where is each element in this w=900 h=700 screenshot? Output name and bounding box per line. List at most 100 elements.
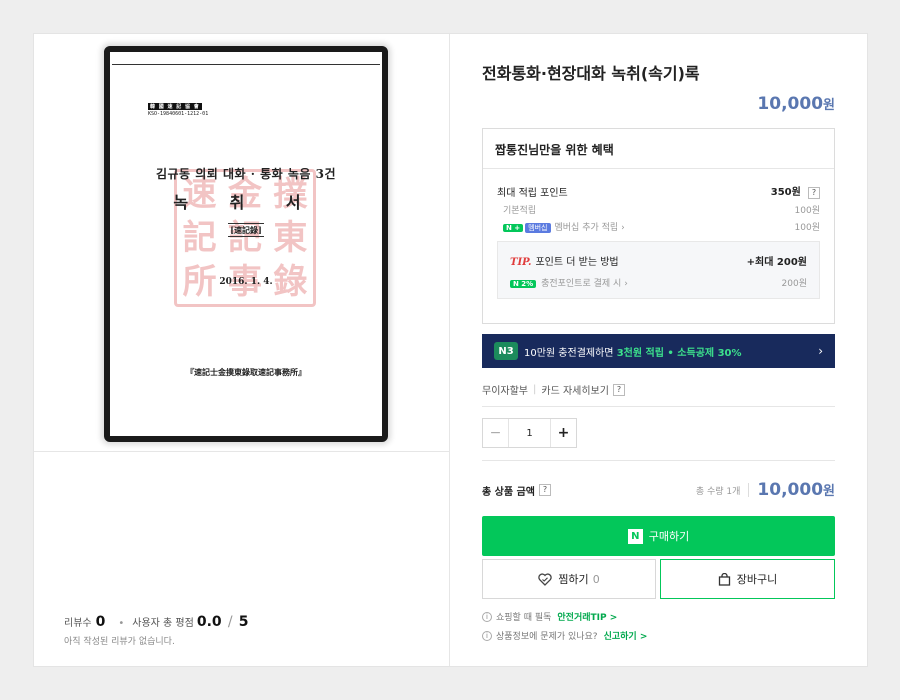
notice-report: i 상품정보에 문제가 있나요? 신고하기 > [482,629,647,642]
document-subtitle-text: [速記錄] [228,223,264,237]
tip-text: 포인트 더 받는 방법 [535,257,619,268]
review-stats: 리뷰수 0 • 사용자 총 평점 0.0 / 5 [64,614,251,630]
membership-points-label: 멤버십 추가 적립 [554,223,619,233]
charge-points-row[interactable]: N 2% 충전포인트로 결제 시 › 200원 [510,276,807,289]
tip-value: +최대 200원 [746,257,807,268]
document-title: 김규동 의뢰 대화 · 통화 녹음 3건 [155,167,337,181]
report-link[interactable]: 신고하기 > [604,629,648,642]
total-label: 총 상품 금액 [482,486,535,498]
tip-label: TIP. [510,257,532,268]
safe-text: 쇼핑할 때 필독 [496,613,552,623]
quantity-stepper: − 1 + [482,418,577,448]
tip-wrap: TIP. 포인트 더 받는 방법 [510,253,619,268]
total-amount: 10,000원 [757,480,835,500]
cart-button[interactable]: 장바구니 [660,559,835,599]
total-currency: 원 [823,484,835,499]
review-count-label: 리뷰수 [64,618,92,629]
heart-icon [538,572,553,586]
review-score-max: 5 [238,614,249,630]
safe-trade-link[interactable]: 안전거래TIP > [557,610,617,623]
product-price-currency: 원 [823,98,835,113]
basic-points-label: 기본적립 [503,206,537,216]
quantity-input[interactable]: 1 [509,419,550,447]
report-text: 상품정보에 문제가 있나요? [496,632,598,642]
help-icon[interactable]: ? [808,187,820,199]
max-points-wrap: 350원 ? [771,183,820,199]
info-icon: i [482,630,492,641]
max-points-label: 최대 적립 포인트 [497,187,568,199]
divider [748,483,750,497]
document-code-number: KSO-19840601-1212-01 [148,111,209,117]
membership-badge: 멤버십 [525,223,551,233]
basic-points-row: 기본적립 100원 [483,203,834,216]
wish-button-label: 찜하기 [558,573,589,586]
naver-plus-badge: N + [503,224,524,232]
document-footer: 『速記士金撲東錄取速記事務所』 [186,367,306,377]
total-amount-value: 10,000 [757,480,824,500]
chevron-right-icon: › [818,344,823,358]
divider [482,460,835,461]
banner-text: 10만원 충전결제하면 [524,347,614,359]
document-subtitle: [速記錄] [112,223,380,237]
total-row: 총 상품 금액 ? 총 수량 1개 10,000원 [482,480,835,500]
naver-n-icon: N [627,528,643,544]
product-price-value: 10,000 [757,94,824,114]
notice-safe: i 쇼핑할 때 필독 안전거래TIP > [482,610,647,623]
product-image[interactable]: 韓 國 速 記 協 會 KSO-19840601-1212-01 速金撲 記記東… [104,46,388,442]
banner-highlight: 3천원 적립 • 소득공제 30% [616,347,742,359]
document-page: 韓 國 速 記 協 會 KSO-19840601-1212-01 速金撲 記記東… [112,64,380,434]
chevron-right-icon: › [624,279,628,289]
max-points-row: 최대 적립 포인트 350원 ? [483,183,834,199]
separator-dot: • [118,618,125,629]
product-image-area: 韓 國 速 記 協 會 KSO-19840601-1212-01 速金撲 記記東… [34,34,449,452]
help-icon[interactable]: ? [538,484,551,496]
review-summary: 리뷰수 0 • 사용자 총 평점 0.0 / 5 아직 작성된 리뷰가 없습니다… [64,614,251,647]
membership-points-value: 100원 [794,223,820,233]
installment-row: 무이자할부 | 카드 자세히보기 ? [482,382,625,397]
wish-count: 0 [592,572,600,586]
installment-label: 무이자할부 [482,386,528,397]
membership-wrap: N + 멤버십 멤버십 추가 적립 › [503,220,625,233]
product-price: 10,000원 [757,94,835,114]
charge-wrap: N 2% 충전포인트로 결제 시 › [510,276,628,289]
wish-button[interactable]: 찜하기 0 [482,559,656,599]
product-card: 韓 國 速 記 協 會 KSO-19840601-1212-01 速金撲 記記東… [33,33,868,667]
max-points-value: 350원 [770,187,801,198]
membership-points-row[interactable]: N + 멤버십 멤버십 추가 적립 › 100원 [483,220,834,233]
product-title: 전화통화·현장대화 녹취(속기)록 [482,64,700,83]
shopping-bag-icon [718,572,731,586]
charge-promo-banner[interactable]: N3 10만원 충전결제하면 3천원 적립 • 소득공제 30% › [482,334,835,368]
buy-button-label: 구매하기 [648,530,690,543]
review-score: 0.0 [196,614,222,630]
info-icon: i [482,611,492,622]
review-count: 0 [95,614,106,630]
cart-button-label: 장바구니 [736,573,778,586]
decrease-button[interactable]: − [483,419,509,447]
card-info-link[interactable]: 카드 자세히보기 [541,382,609,397]
tip-box: TIP. 포인트 더 받는 방법 +최대 200원 N 2% 충전포인트로 결제 … [497,241,820,299]
buy-button[interactable]: N 구매하기 [482,516,835,556]
basic-points-value: 100원 [794,206,820,216]
separator: | [533,384,537,395]
increase-button[interactable]: + [550,419,576,447]
charge-badge: N 2% [510,280,537,288]
charge-points-value: 200원 [781,279,807,289]
document-date: 2016. 1. 4. [219,277,273,287]
notice-list: i 쇼핑할 때 필독 안전거래TIP > i 상품정보에 문제가 있나요? 신고… [482,610,647,648]
product-image-panel: 韓 國 速 記 協 會 KSO-19840601-1212-01 速金撲 記記東… [34,34,450,666]
chevron-right-icon: › [621,223,625,233]
document-code-label: 韓 國 速 記 協 會 [148,103,202,110]
score-slash: / [227,614,233,630]
score-label: 사용자 총 평점 [132,618,194,629]
naver-pay-badge: N3 [494,342,518,360]
review-empty-note: 아직 작성된 리뷰가 없습니다. [64,637,175,647]
benefit-box: 짭통진님만을 위한 혜택 최대 적립 포인트 350원 ? 기본적립 100원 … [482,128,835,324]
total-count: 총 수량 1개 [695,486,741,497]
tip-row: TIP. 포인트 더 받는 방법 +최대 200원 [510,253,807,268]
document-big-title: 녹 취 서 [173,193,319,212]
help-icon[interactable]: ? [612,383,625,396]
charge-points-label: 충전포인트로 결제 시 [541,279,622,289]
benefit-heading: 짭통진님만을 위한 혜택 [483,129,834,169]
divider [482,406,835,407]
score-wrap: 0.0 / 5 [194,614,252,630]
